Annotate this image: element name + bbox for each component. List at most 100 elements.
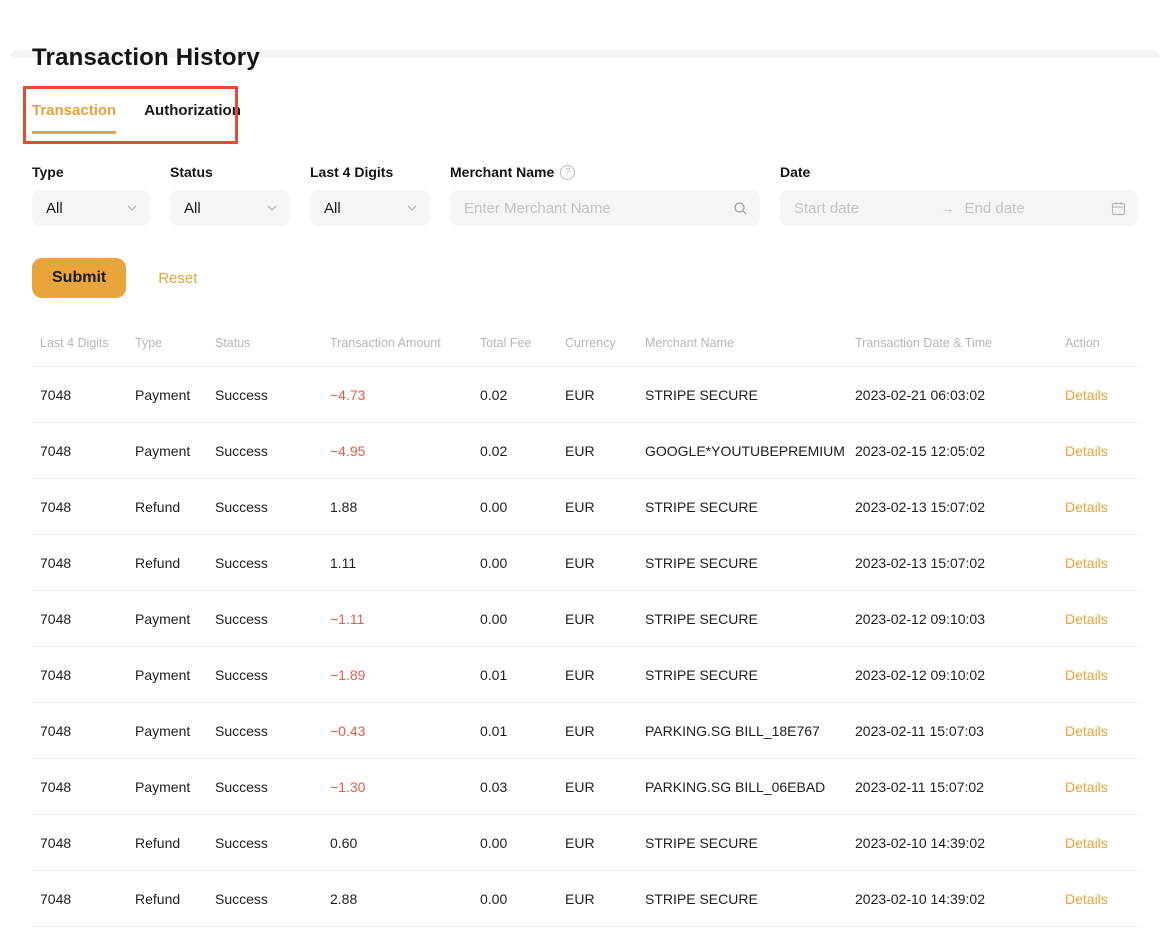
details-link[interactable]: Details [1065, 443, 1108, 459]
details-link[interactable]: Details [1065, 835, 1108, 851]
cell-status: Success [215, 835, 330, 851]
cell-fee: 0.00 [480, 835, 565, 851]
cell-last4: 7048 [40, 611, 135, 627]
cell-status: Success [215, 387, 330, 403]
cell-status: Success [215, 611, 330, 627]
merchant-input-placeholder: Enter Merchant Name [464, 200, 611, 217]
type-select[interactable]: All [32, 190, 150, 226]
page-title: Transaction History [32, 44, 1140, 72]
cell-datetime: 2023-02-10 14:39:02 [855, 891, 1065, 907]
cell-type: Refund [135, 835, 215, 851]
filter-last4: Last 4 Digits All [310, 164, 430, 226]
tab-authorization[interactable]: Authorization [144, 102, 241, 134]
col-header-datetime: Transaction Date & Time [855, 336, 1065, 350]
cell-amount: −0.43 [330, 723, 480, 739]
table-row: 7048PaymentSuccess−0.430.01EURPARKING.SG… [32, 702, 1140, 758]
filter-status: Status All [170, 164, 290, 226]
table-row: 7048RefundSuccess2.880.00EURSTRIPE SECUR… [32, 870, 1140, 926]
cell-merchant: STRIPE SECURE [645, 835, 855, 851]
cell-action: Details [1065, 835, 1140, 851]
details-link[interactable]: Details [1065, 499, 1108, 515]
table-row: 7048PaymentSuccess−1.110.00EURSTRIPE SEC… [32, 590, 1140, 646]
cell-merchant: STRIPE SECURE [645, 611, 855, 627]
table-row: 7048PaymentSuccess−1.300.03EURPARKING.SG… [32, 758, 1140, 814]
date-filter-label: Date [780, 164, 1138, 180]
details-link[interactable]: Details [1065, 667, 1108, 683]
table-row: 7048PaymentSuccess−4.950.02EURGOOGLE*YOU… [32, 422, 1140, 478]
cell-status: Success [215, 779, 330, 795]
cell-merchant: STRIPE SECURE [645, 891, 855, 907]
last4-select[interactable]: All [310, 190, 430, 226]
table-row: 7048RefundSuccess1.110.00EURSTRIPE SECUR… [32, 534, 1140, 590]
reset-button[interactable]: Reset [158, 270, 197, 287]
cell-last4: 7048 [40, 779, 135, 795]
cell-status: Success [215, 667, 330, 683]
details-link[interactable]: Details [1065, 387, 1108, 403]
cell-fee: 0.01 [480, 667, 565, 683]
cell-currency: EUR [565, 387, 645, 403]
details-link[interactable]: Details [1065, 723, 1108, 739]
col-header-action: Action [1065, 336, 1140, 350]
cell-datetime: 2023-02-10 14:39:02 [855, 835, 1065, 851]
merchant-filter-label-text: Merchant Name [450, 164, 554, 180]
cell-amount: 2.88 [330, 891, 480, 907]
table-row: 7048RefundSuccess1.880.00EURSTRIPE SECUR… [32, 478, 1140, 534]
chevron-down-icon [126, 202, 138, 214]
details-link[interactable]: Details [1065, 555, 1108, 571]
cell-currency: EUR [565, 891, 645, 907]
transactions-table: Last 4 Digits Type Status Transaction Am… [32, 320, 1140, 927]
cell-action: Details [1065, 891, 1140, 907]
details-link[interactable]: Details [1065, 611, 1108, 627]
cell-amount: 1.11 [330, 555, 480, 571]
date-range-input[interactable]: Start date → End date [780, 190, 1138, 226]
transaction-history-page: Transaction History Transaction Authoriz… [0, 44, 1172, 927]
cell-datetime: 2023-02-13 15:07:02 [855, 499, 1065, 515]
table-row: 7048PaymentSuccess−1.890.01EURSTRIPE SEC… [32, 646, 1140, 702]
cell-fee: 0.00 [480, 611, 565, 627]
cell-last4: 7048 [40, 499, 135, 515]
cell-datetime: 2023-02-21 06:03:02 [855, 387, 1065, 403]
cell-status: Success [215, 723, 330, 739]
table-row: 7048RefundSuccess0.600.00EURSTRIPE SECUR… [32, 814, 1140, 870]
type-select-value: All [46, 200, 63, 217]
table-bottom-divider [32, 926, 1140, 927]
cell-merchant: STRIPE SECURE [645, 387, 855, 403]
cell-merchant: STRIPE SECURE [645, 499, 855, 515]
status-select[interactable]: All [170, 190, 290, 226]
tab-transaction[interactable]: Transaction [32, 102, 116, 134]
details-link[interactable]: Details [1065, 891, 1108, 907]
cell-currency: EUR [565, 611, 645, 627]
merchant-name-input[interactable]: Enter Merchant Name [450, 190, 760, 226]
question-circle-icon[interactable]: ? [560, 165, 575, 180]
col-header-last4: Last 4 Digits [40, 336, 135, 350]
cell-last4: 7048 [40, 443, 135, 459]
cell-type: Payment [135, 779, 215, 795]
cell-currency: EUR [565, 723, 645, 739]
status-filter-label: Status [170, 164, 290, 180]
cell-last4: 7048 [40, 723, 135, 739]
cell-type: Payment [135, 611, 215, 627]
chevron-down-icon [406, 202, 418, 214]
filter-actions: Submit Reset [32, 258, 1140, 298]
type-filter-label: Type [32, 164, 150, 180]
details-link[interactable]: Details [1065, 779, 1108, 795]
cell-amount: −1.89 [330, 667, 480, 683]
cell-action: Details [1065, 499, 1140, 515]
cell-status: Success [215, 555, 330, 571]
cell-amount: 1.88 [330, 499, 480, 515]
chevron-down-icon [266, 202, 278, 214]
status-select-value: All [184, 200, 201, 217]
cell-merchant: STRIPE SECURE [645, 555, 855, 571]
cell-datetime: 2023-02-12 09:10:03 [855, 611, 1065, 627]
cell-action: Details [1065, 443, 1140, 459]
search-icon[interactable] [733, 201, 748, 216]
filter-bar: Type All Status All Last 4 Digits All [32, 164, 1140, 226]
cell-currency: EUR [565, 555, 645, 571]
cell-fee: 0.02 [480, 387, 565, 403]
submit-button[interactable]: Submit [32, 258, 126, 298]
cell-fee: 0.00 [480, 499, 565, 515]
cell-action: Details [1065, 779, 1140, 795]
calendar-icon[interactable] [1111, 201, 1126, 216]
col-header-fee: Total Fee [480, 336, 565, 350]
cell-type: Refund [135, 891, 215, 907]
